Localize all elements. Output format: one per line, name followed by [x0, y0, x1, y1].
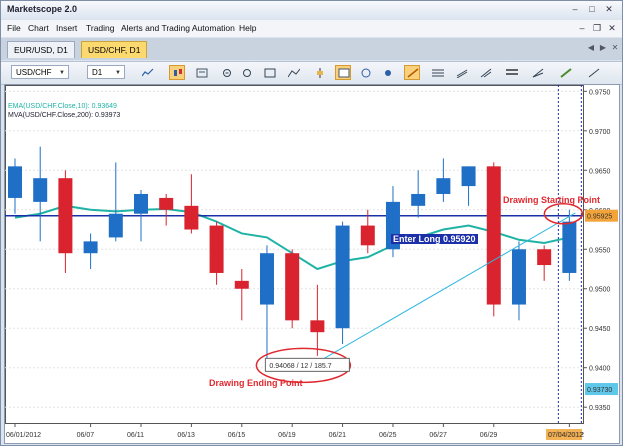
- bear-candle: [58, 178, 73, 254]
- enter-long-label: Enter Long 0.95920: [391, 234, 478, 244]
- pencil-icon[interactable]: [557, 65, 573, 80]
- doc-close-icon[interactable]: ✕: [605, 22, 619, 34]
- x-tick-label: 06/01/2012: [6, 432, 41, 439]
- bull-candle: [436, 178, 451, 194]
- bull-candle: [461, 166, 476, 187]
- x-tick-label: 06/21: [329, 432, 347, 439]
- sync-icon[interactable]: [379, 65, 395, 80]
- zoom-in-icon[interactable]: [219, 65, 235, 80]
- lines-icon[interactable]: [503, 65, 519, 80]
- bear-candle: [360, 225, 375, 246]
- bull-candle: [133, 193, 148, 214]
- symbol-select[interactable]: USD/CHF ▼: [11, 65, 69, 79]
- tab-close-icon[interactable]: ✕: [610, 43, 620, 53]
- close-icon[interactable]: ✕: [602, 3, 616, 15]
- channel-icon[interactable]: [453, 65, 469, 80]
- doc-minimize-icon[interactable]: –: [575, 22, 589, 34]
- x-tick-label: 06/25: [379, 432, 397, 439]
- bull-candle: [511, 249, 526, 305]
- trendline-tool-icon[interactable]: [404, 65, 420, 80]
- fit-icon[interactable]: [261, 65, 277, 80]
- bull-candle: [335, 225, 350, 329]
- properties-icon[interactable]: [193, 65, 209, 80]
- bear-candle: [184, 205, 199, 230]
- fibonacci-icon[interactable]: [429, 65, 445, 80]
- x-tick-label: 06/07: [77, 432, 95, 439]
- current-price-label: 0.95925: [587, 214, 612, 221]
- bear-candle: [486, 166, 501, 305]
- minimize-icon[interactable]: –: [568, 3, 582, 15]
- y-tick-label: 0.9500: [589, 287, 611, 294]
- bear-candle: [310, 320, 325, 333]
- bear-candle: [285, 253, 300, 321]
- chevron-down-icon: ▼: [59, 70, 65, 76]
- y-tick-label: 0.9450: [589, 326, 611, 333]
- menu-trading[interactable]: Trading: [86, 23, 115, 33]
- chevron-down-icon: ▼: [115, 70, 121, 76]
- app-window: Marketscope 2.0 – □ ✕ File Chart Insert …: [0, 0, 623, 446]
- y-tick-label: 0.9700: [589, 129, 611, 136]
- chart-toolbar: USD/CHF ▼ D1 ▼: [1, 61, 622, 85]
- title-bar: Marketscope 2.0 – □ ✕: [1, 1, 622, 19]
- pitchfork-icon[interactable]: [477, 65, 493, 80]
- zoom-out-icon[interactable]: [239, 65, 255, 80]
- measure-label: 0.94068 / 12 / 185.7: [269, 363, 331, 370]
- bear-candle: [209, 225, 224, 273]
- tab-eurusd[interactable]: EUR/USD, D1: [7, 41, 75, 58]
- chart-area[interactable]: 0.97500.97000.96500.96000.95500.95000.94…: [4, 84, 620, 444]
- menu-help[interactable]: Help: [239, 23, 256, 33]
- drawing-mode-icon[interactable]: [335, 65, 351, 80]
- drawing-start-label: Drawing Starting Point: [503, 195, 601, 205]
- more-tools-icon[interactable]: [585, 65, 601, 80]
- menu-alerts[interactable]: Alerts and Trading Automation: [121, 23, 235, 33]
- menu-chart[interactable]: Chart: [28, 23, 49, 33]
- bull-candle: [562, 221, 577, 273]
- ema-legend: EMA(USD/CHF.Close,10): 0.93649: [8, 103, 117, 110]
- symbol-value: USD/CHF: [16, 68, 52, 77]
- mva-legend: MVA(USD/CHF.Close,200): 0.93973: [8, 112, 121, 119]
- bull-candle: [259, 253, 274, 305]
- tab-usdchf[interactable]: USD/CHF, D1: [81, 41, 148, 58]
- chart-type-icon[interactable]: [139, 65, 155, 80]
- scroll-right-icon[interactable]: ▶: [598, 43, 608, 53]
- x-tick-label: 06/29: [480, 432, 498, 439]
- bull-candle: [108, 213, 123, 238]
- bear-candle: [537, 249, 552, 266]
- bull-candle: [83, 241, 98, 254]
- y-tick-label: 0.9750: [589, 89, 611, 96]
- menu-bar: File Chart Insert Trading Alerts and Tra…: [1, 20, 622, 37]
- bear-candle: [234, 280, 249, 289]
- price-chart[interactable]: 0.97500.97000.96500.96000.95500.95000.94…: [5, 85, 619, 443]
- indicator-icon[interactable]: [285, 65, 301, 80]
- y-tick-label: 0.9650: [589, 168, 611, 175]
- refresh-icon[interactable]: [357, 65, 373, 80]
- y-tick-label: 0.9350: [589, 405, 611, 412]
- level-icon[interactable]: [311, 65, 327, 80]
- x-tick-label: 06/27: [429, 432, 447, 439]
- chart-tabs: EUR/USD, D1 USD/CHF, D1 ◀ ▶ ✕: [1, 38, 622, 60]
- scroll-left-icon[interactable]: ◀: [586, 43, 596, 53]
- timeframe-select[interactable]: D1 ▼: [87, 65, 125, 79]
- doc-restore-icon[interactable]: ❐: [590, 22, 604, 34]
- app-title: Marketscope 2.0: [7, 4, 78, 14]
- bear-candle: [159, 197, 174, 210]
- x-tick-label: 06/13: [177, 432, 195, 439]
- y-tick-label: 0.9550: [589, 247, 611, 254]
- bull-candle: [411, 193, 426, 206]
- drawing-end-label: Drawing Ending Point: [209, 378, 303, 388]
- x-tick-label: 06/19: [278, 432, 296, 439]
- lower-price-label: 0.93730: [587, 387, 612, 394]
- menu-insert[interactable]: Insert: [56, 23, 77, 33]
- fan-icon[interactable]: [529, 65, 545, 80]
- bull-candle: [8, 166, 22, 198]
- x-tick-label: 06/11: [127, 432, 144, 439]
- x-tick-label: 06/15: [228, 432, 246, 439]
- last-date-label: 07/04/2012: [548, 432, 583, 439]
- maximize-icon[interactable]: □: [585, 3, 599, 15]
- y-tick-label: 0.9400: [589, 366, 611, 373]
- timeframe-value: D1: [92, 68, 103, 77]
- bull-candle: [33, 178, 48, 202]
- candles-icon[interactable]: [169, 65, 185, 80]
- menu-file[interactable]: File: [7, 23, 21, 33]
